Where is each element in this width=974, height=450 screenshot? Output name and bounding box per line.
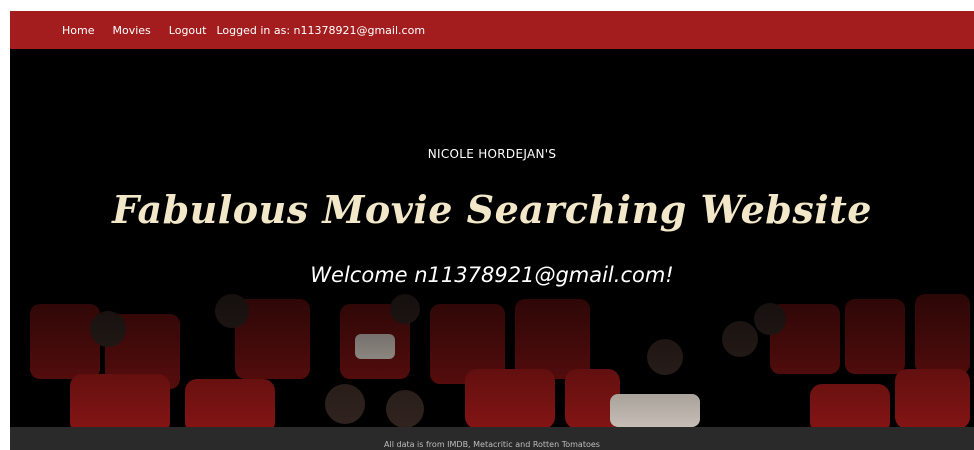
nav-movies-link[interactable]: Movies — [112, 24, 150, 37]
hero-banner: NICOLE HORDEJAN'S Fabulous Movie Searchi… — [10, 49, 974, 427]
logged-in-status: Logged in as: n11378921@gmail.com — [216, 23, 426, 37]
page-footer: All data is from IMDB, Metacritic and Ro… — [10, 427, 974, 450]
nav-home-link[interactable]: Home — [62, 24, 94, 37]
page-frame: Home Movies Logout Logged in as: n113789… — [10, 11, 974, 450]
hero-headline: Fabulous Movie Searching Website — [112, 187, 872, 232]
hero-eyebrow: NICOLE HORDEJAN'S — [427, 147, 557, 161]
footer-text: All data is from IMDB, Metacritic and Ro… — [384, 440, 600, 449]
welcome-message: Welcome n11378921@gmail.com! — [310, 263, 674, 287]
cinema-audience-image — [10, 49, 974, 427]
top-navbar: Home Movies Logout Logged in as: n113789… — [10, 11, 974, 49]
nav-logout-link[interactable]: Logout — [169, 24, 207, 37]
